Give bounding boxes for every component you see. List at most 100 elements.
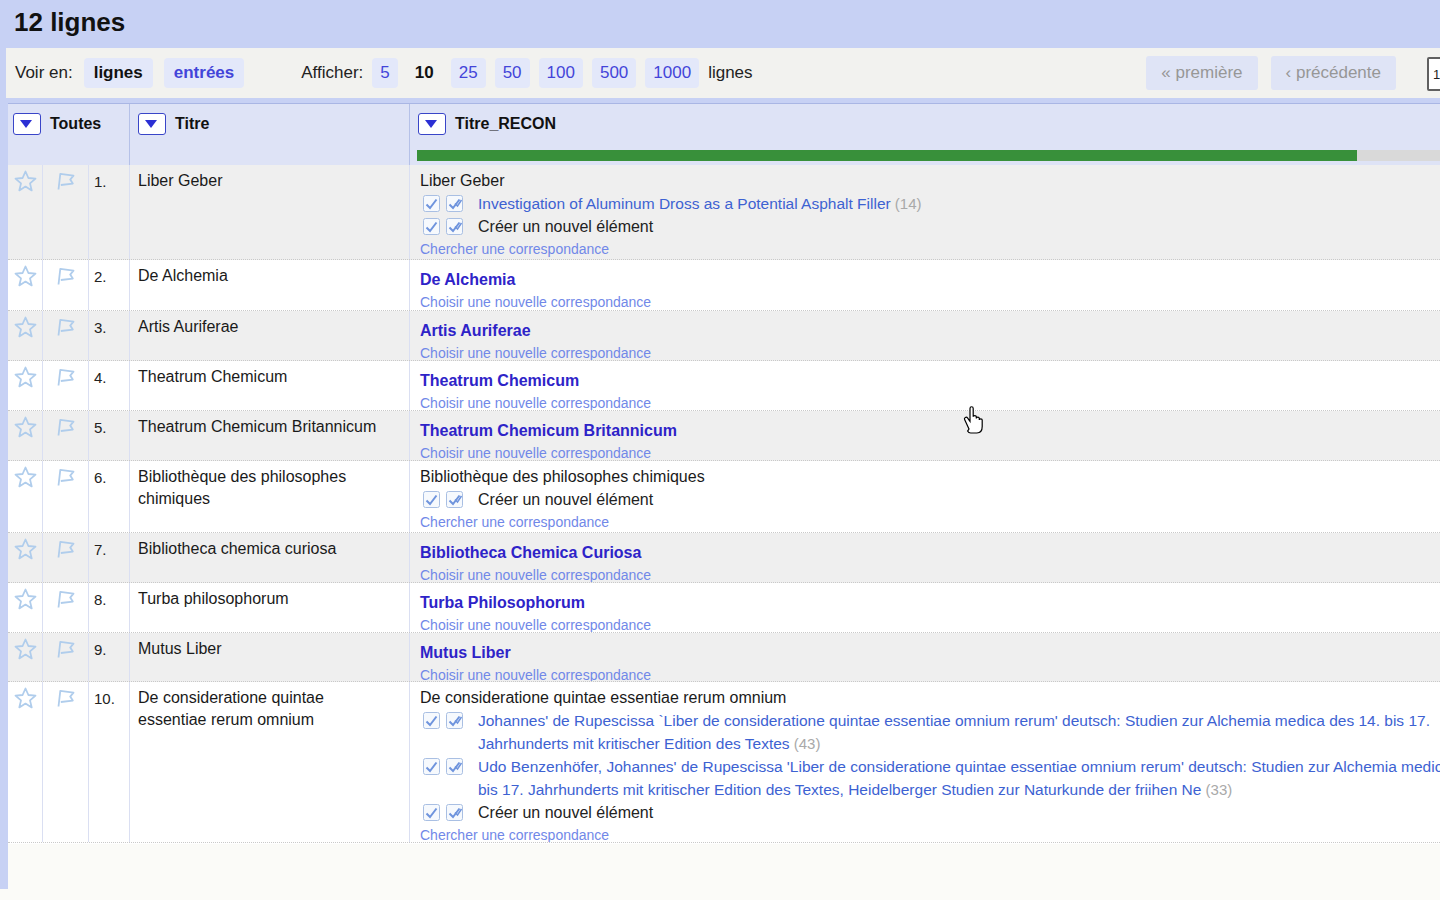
flag-cell: [43, 461, 89, 532]
flag-icon[interactable]: [54, 687, 77, 709]
flag-icon[interactable]: [54, 638, 77, 660]
match-this-checkbox[interactable]: [423, 712, 440, 729]
flag-icon[interactable]: [54, 466, 77, 488]
table-row: 8.Turba philosophorumTurba Philosophorum…: [8, 583, 1440, 633]
flag-cell: [43, 583, 89, 632]
table-row: 10. De consideratione quintae essentiae r…: [8, 682, 1440, 843]
page-size-500[interactable]: 500: [592, 58, 636, 88]
matched-entity-link[interactable]: Turba Philosophorum: [420, 591, 585, 614]
row-index: 2.: [89, 260, 130, 310]
star-icon[interactable]: [14, 687, 37, 709]
match-similar-checkbox[interactable]: [446, 491, 463, 508]
star-cell: [8, 311, 43, 360]
column-header-titre: Titre: [130, 104, 410, 165]
matched-entity-link[interactable]: Artis Auriferae: [420, 319, 531, 342]
matched-entity-link[interactable]: De Alchemia: [420, 268, 515, 291]
star-cell: [8, 533, 43, 582]
candidate-link[interactable]: Udo Benzenhöfer, Johannes' de Rupescissa…: [478, 758, 1440, 798]
candidate-link[interactable]: Johannes' de Rupescissa `Liber de consid…: [478, 712, 1430, 752]
previous-page-button[interactable]: ‹ précédente: [1271, 56, 1396, 90]
view-option-lignes[interactable]: lignes: [84, 58, 153, 88]
recon-cell: De consideratione quintae essentiae reru…: [410, 682, 1440, 842]
match-similar-checkbox[interactable]: [446, 195, 463, 212]
match-similar-checkbox[interactable]: [446, 712, 463, 729]
match-this-checkbox[interactable]: [423, 758, 440, 775]
view-mode-options: lignes entrées: [73, 58, 245, 88]
choose-new-match-link[interactable]: Choisir une nouvelle correspondance: [420, 616, 1440, 633]
create-new-item-row: Créer un nouvel élément: [420, 215, 1440, 238]
table-row: 7.Bibliotheca chemica curiosaBibliotheca…: [8, 533, 1440, 583]
star-icon[interactable]: [14, 588, 37, 610]
page-size-1000[interactable]: 1000: [645, 58, 699, 88]
choose-new-match-link[interactable]: Choisir une nouvelle correspondance: [420, 293, 1440, 311]
search-match-link[interactable]: Chercher une correspondance: [420, 513, 1440, 531]
search-match-link[interactable]: Chercher une correspondance: [420, 826, 1440, 843]
view-option-entrées[interactable]: entrées: [164, 58, 244, 88]
flag-icon[interactable]: [54, 416, 77, 438]
recon-cell: Theatrum Chemicum Choisir une nouvelle co…: [410, 361, 1440, 410]
choose-new-match-link[interactable]: Choisir une nouvelle correspondance: [420, 566, 1440, 583]
page-size-5[interactable]: 5: [372, 58, 397, 88]
star-icon[interactable]: [14, 170, 37, 192]
match-this-checkbox[interactable]: [423, 491, 440, 508]
matched-entity-link[interactable]: Theatrum Chemicum: [420, 369, 579, 392]
page-size-25[interactable]: 25: [451, 58, 486, 88]
choose-new-match-link[interactable]: Choisir une nouvelle correspondance: [420, 394, 1440, 411]
flag-icon[interactable]: [54, 366, 77, 388]
title-cell: Bibliothèque des philosophes chimiques: [130, 461, 410, 532]
match-this-checkbox[interactable]: [423, 804, 440, 821]
flag-cell: [43, 682, 89, 842]
page-size-100[interactable]: 100: [539, 58, 583, 88]
star-cell: [8, 461, 43, 532]
match-similar-checkbox[interactable]: [446, 758, 463, 775]
table-row: 3.Artis AuriferaeArtis AuriferaeChoisir …: [8, 311, 1440, 361]
star-icon[interactable]: [14, 316, 37, 338]
page-size-10[interactable]: 10: [407, 58, 442, 88]
star-icon[interactable]: [14, 538, 37, 560]
matched-entity-link[interactable]: Mutus Liber: [420, 641, 511, 664]
flag-icon[interactable]: [54, 316, 77, 338]
recon-cell: De Alchemia Choisir une nouvelle correspo…: [410, 260, 1440, 310]
column-menu-button[interactable]: [418, 113, 446, 135]
choose-new-match-link[interactable]: Choisir une nouvelle correspondance: [420, 344, 1440, 361]
column-menu-button[interactable]: [13, 113, 41, 135]
row-index: 10.: [89, 682, 130, 842]
candidate-text: Investigation of Aluminum Dross as a Pot…: [478, 192, 922, 215]
match-this-checkbox[interactable]: [423, 218, 440, 235]
row-index: 6.: [89, 461, 130, 532]
title-cell: Artis Auriferae: [130, 311, 410, 360]
candidate-text: Johannes' de Rupescissa `Liber de consid…: [478, 709, 1440, 755]
flag-icon[interactable]: [54, 265, 77, 287]
candidate-link[interactable]: Investigation of Aluminum Dross as a Pot…: [478, 195, 891, 212]
flag-icon[interactable]: [54, 538, 77, 560]
star-icon[interactable]: [14, 416, 37, 438]
star-icon[interactable]: [14, 638, 37, 660]
search-match-link[interactable]: Chercher une correspondance: [420, 240, 1440, 258]
matched-entity-link[interactable]: Bibliotheca Chemica Curiosa: [420, 541, 641, 564]
star-icon[interactable]: [14, 265, 37, 287]
match-this-checkbox[interactable]: [423, 195, 440, 212]
flag-icon[interactable]: [54, 170, 77, 192]
choose-new-match-link[interactable]: Choisir une nouvelle correspondance: [420, 666, 1440, 682]
choose-new-match-link[interactable]: Choisir une nouvelle correspondance: [420, 444, 1440, 461]
create-new-checkboxes: [423, 804, 469, 821]
recon-cell: Bibliotheca Chemica Curiosa Choisir une n…: [410, 533, 1440, 582]
column-menu-button[interactable]: [138, 113, 166, 135]
star-cell: [8, 411, 43, 460]
mouse-cursor-hand: [960, 404, 988, 440]
page-size-50[interactable]: 50: [495, 58, 530, 88]
row-index: 9.: [89, 633, 130, 681]
star-icon[interactable]: [14, 466, 37, 488]
flag-icon[interactable]: [54, 588, 77, 610]
title-cell: Theatrum Chemicum Britannicum: [130, 411, 410, 460]
matched-entity-link[interactable]: Theatrum Chemicum Britannicum: [420, 419, 677, 442]
star-icon[interactable]: [14, 366, 37, 388]
column-header-titre_recon: Titre_RECON: [410, 104, 1440, 165]
first-page-button[interactable]: « première: [1146, 56, 1257, 90]
title-cell: Bibliotheca chemica curiosa: [130, 533, 410, 582]
create-new-checkboxes: [423, 218, 469, 235]
reconciliation-progress-bar: [417, 150, 1440, 161]
page-number-input[interactable]: 1: [1427, 57, 1440, 91]
match-similar-checkbox[interactable]: [446, 804, 463, 821]
match-similar-checkbox[interactable]: [446, 218, 463, 235]
